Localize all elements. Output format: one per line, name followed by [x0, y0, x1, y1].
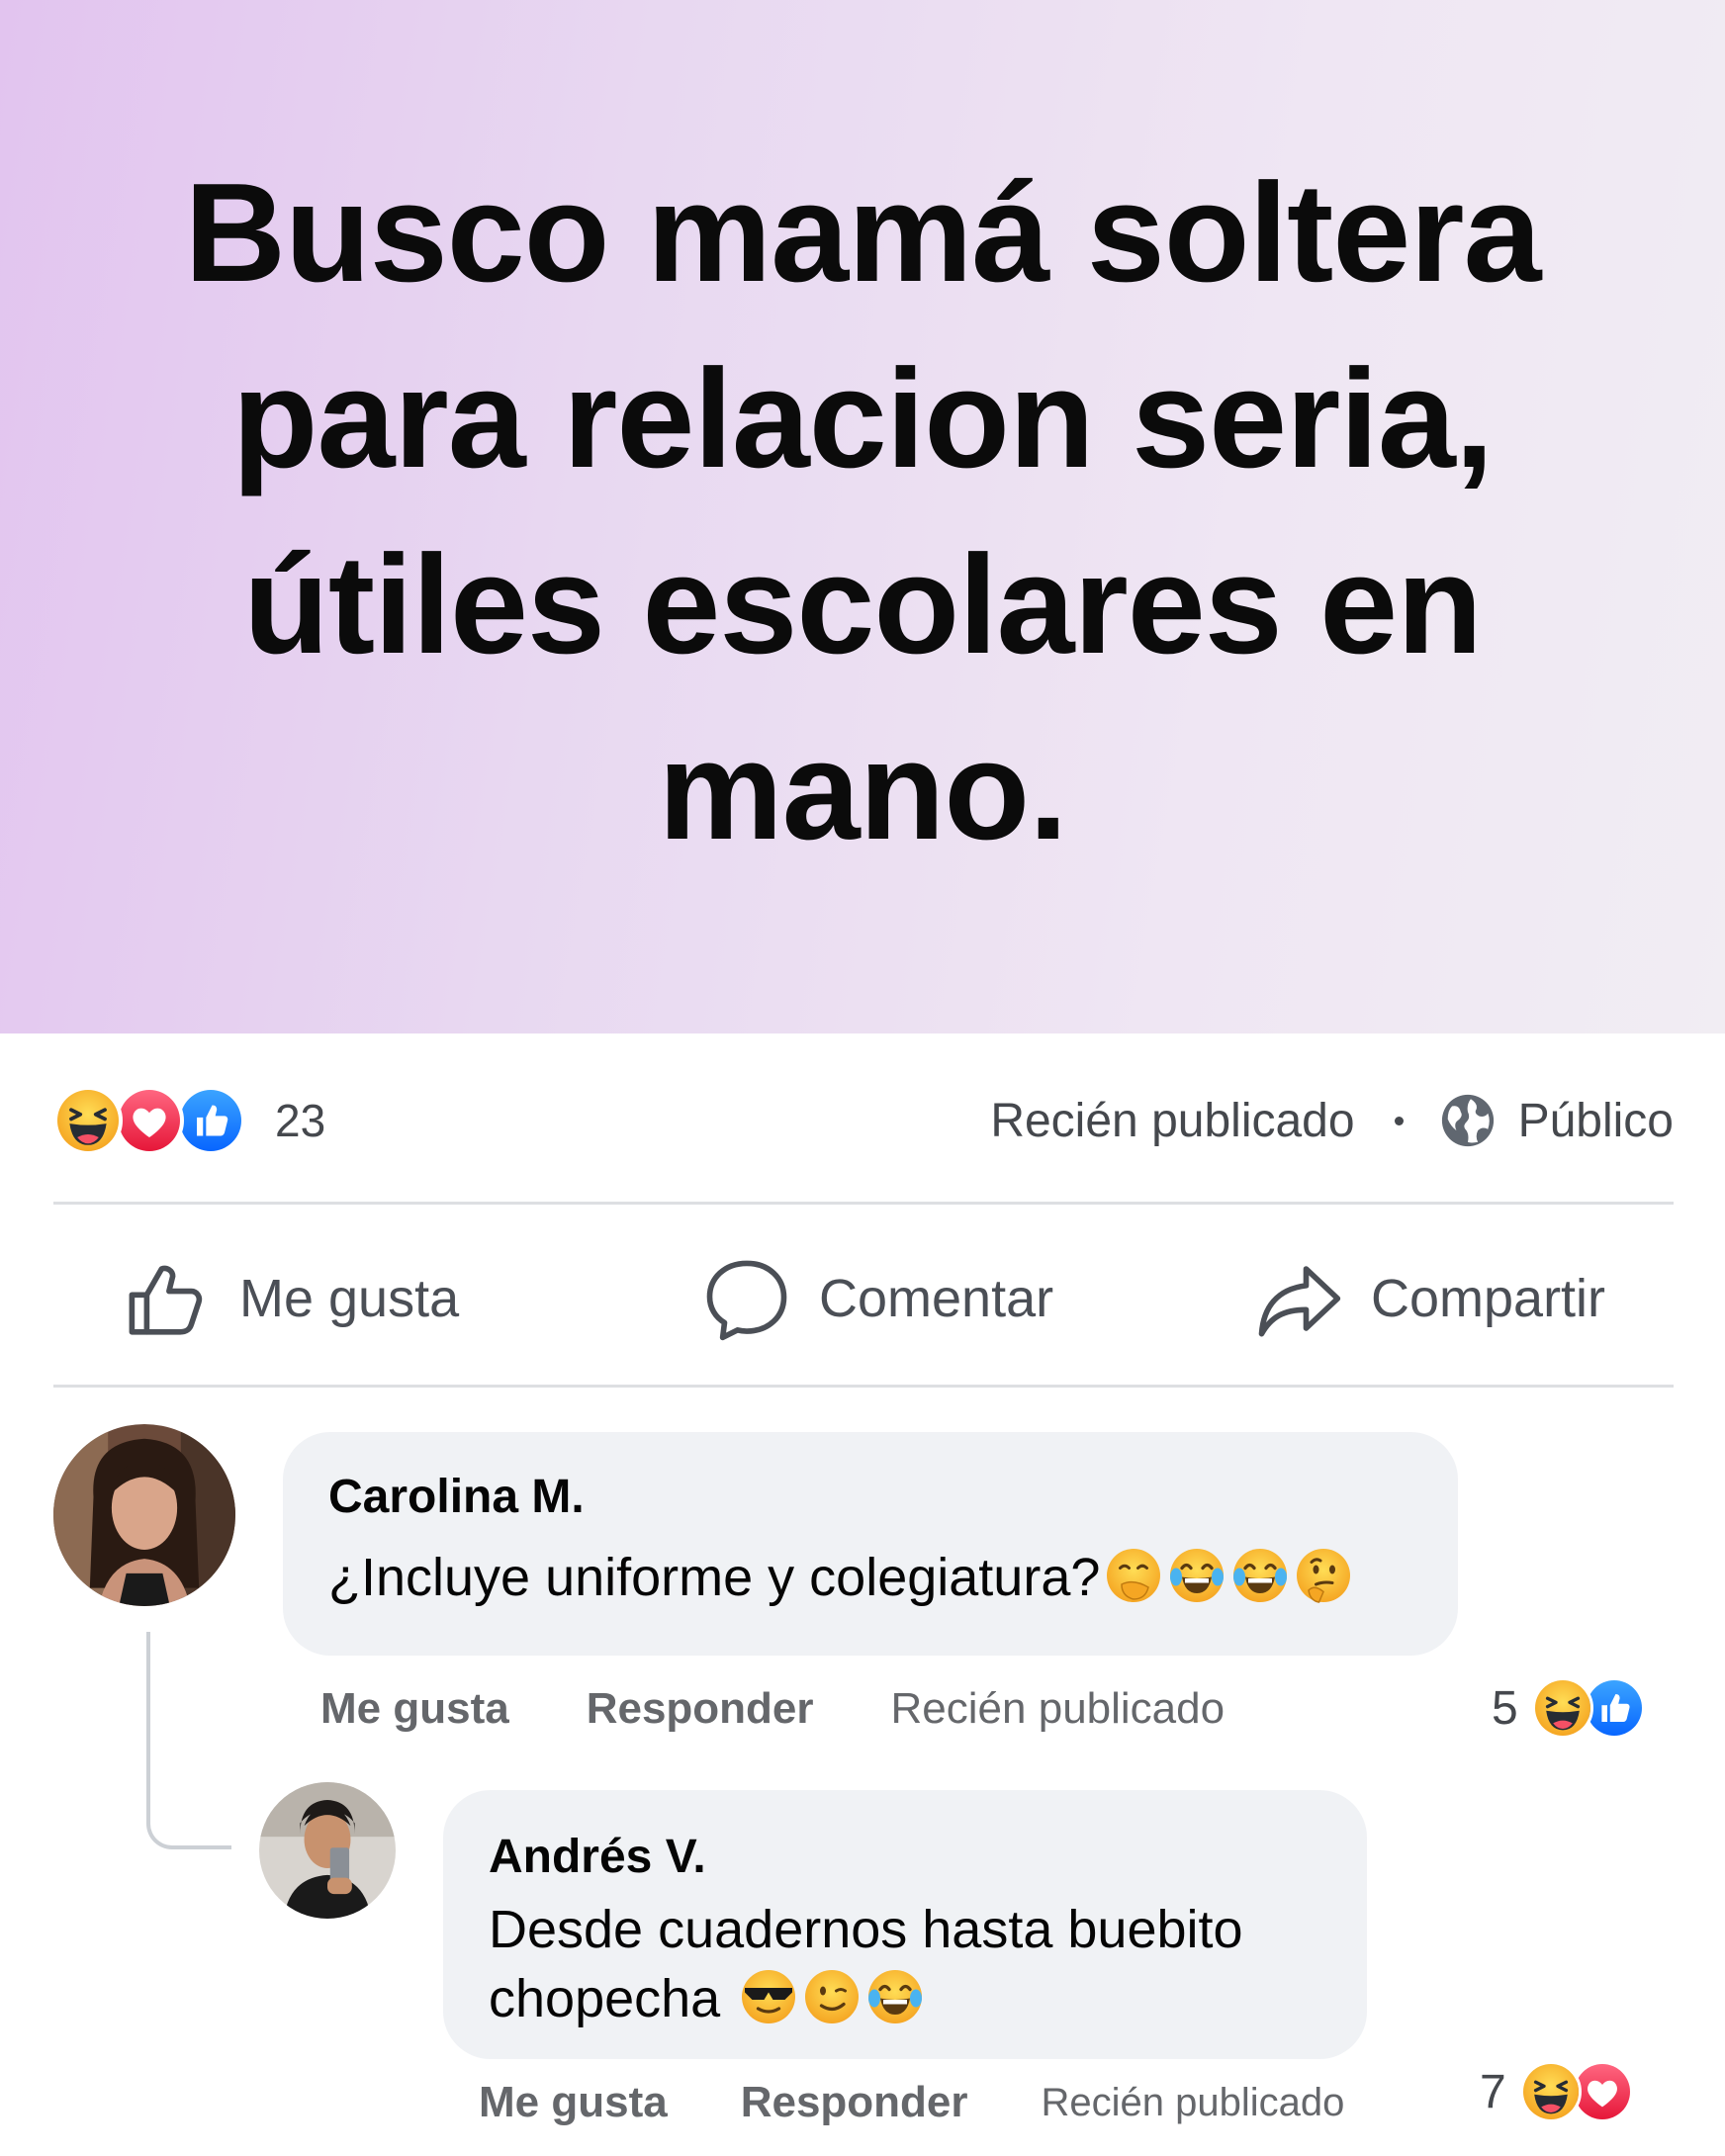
tears-of-joy-emoji	[1167, 1546, 1226, 1605]
comment-text: ¿Incluye uniforme y colegiatura?	[328, 1543, 1353, 1612]
reply-text-line1: Desde cuadernos hasta buebito	[489, 1900, 1243, 1959]
globe-icon	[1441, 1094, 1494, 1147]
share-label: Compartir	[1371, 1269, 1606, 1328]
haha-icon	[1519, 2061, 1582, 2122]
divider	[53, 1202, 1674, 1205]
like-button[interactable]: Me gusta	[123, 1214, 459, 1383]
comment-author[interactable]: Carolina M.	[328, 1470, 585, 1524]
avatar-carolina[interactable]	[53, 1424, 235, 1606]
post-meta: Recién publicado Público	[990, 1086, 1674, 1155]
reply-text-content: chopecha	[489, 1969, 721, 2028]
reply-timestamp: Recién publicado	[1041, 2080, 1345, 2124]
reaction-summary[interactable]: 23	[53, 1086, 325, 1155]
comment-label: Comentar	[819, 1269, 1054, 1328]
avatar-andres[interactable]	[259, 1782, 396, 1919]
post-action-bar: Me gusta Comentar Compartir	[53, 1214, 1674, 1383]
tears-of-joy-emoji	[1230, 1546, 1290, 1605]
thumbs-up-icon	[129, 1265, 203, 1335]
reply-author[interactable]: Andrés V.	[489, 1830, 706, 1884]
reply-actions: Me gusta Responder Recién publicado	[479, 2075, 1344, 2130]
post-stats-row: 23 Recién publicado Público	[53, 1086, 1674, 1155]
post-text: Busco mamá soltera para relacion seria, …	[184, 153, 1541, 869]
share-arrow-icon	[1258, 1266, 1341, 1337]
reply-thread-line	[146, 1632, 231, 1849]
reply-reactions[interactable]: 7	[1480, 2059, 1633, 2124]
tears-of-joy-emoji	[865, 1967, 925, 2026]
comment-bubble[interactable]: Carolina M. ¿Incluye uniforme y colegiat…	[283, 1432, 1458, 1656]
haha-icon	[53, 1086, 123, 1155]
comment-text-content: ¿Incluye uniforme y colegiatura?	[328, 1548, 1101, 1607]
sunglasses-emoji	[739, 1967, 798, 2026]
comment-reaction-count: 5	[1492, 1681, 1518, 1735]
like-icon	[176, 1086, 245, 1155]
reply-like-link[interactable]: Me gusta	[479, 2078, 668, 2127]
divider	[53, 1385, 1674, 1388]
share-button[interactable]: Compartir	[1254, 1214, 1605, 1383]
comment-actions: Me gusta Responder Recién publicado	[320, 1681, 1225, 1737]
comment-icon	[706, 1260, 787, 1341]
reaction-count[interactable]: 23	[275, 1086, 325, 1155]
reply-text-line2: chopecha	[489, 1964, 925, 2033]
post-timestamp[interactable]: Recién publicado	[990, 1094, 1354, 1148]
like-label: Me gusta	[239, 1269, 460, 1328]
post-background-card: Busco mamá soltera para relacion seria, …	[0, 0, 1725, 1033]
separator-dot	[1394, 1116, 1404, 1125]
reply-reply-link[interactable]: Responder	[741, 2078, 968, 2127]
privacy-label[interactable]: Público	[1518, 1094, 1674, 1148]
comment-button[interactable]: Comentar	[702, 1214, 1053, 1383]
reply-reaction-count: 7	[1480, 2065, 1506, 2118]
wink-emoji	[802, 1967, 862, 2026]
reply-bubble[interactable]: Andrés V. Desde cuadernos hasta buebito …	[443, 1790, 1367, 2059]
comment-reply-link[interactable]: Responder	[587, 1684, 814, 1734]
comment-reactions[interactable]: 5	[1492, 1675, 1645, 1741]
hand-over-mouth-emoji	[1104, 1546, 1163, 1605]
comment-timestamp: Recién publicado	[890, 1684, 1226, 1733]
comment-like-link[interactable]: Me gusta	[320, 1684, 509, 1734]
thinking-emoji	[1294, 1546, 1353, 1605]
haha-icon	[1531, 1677, 1593, 1739]
love-icon	[115, 1086, 184, 1155]
